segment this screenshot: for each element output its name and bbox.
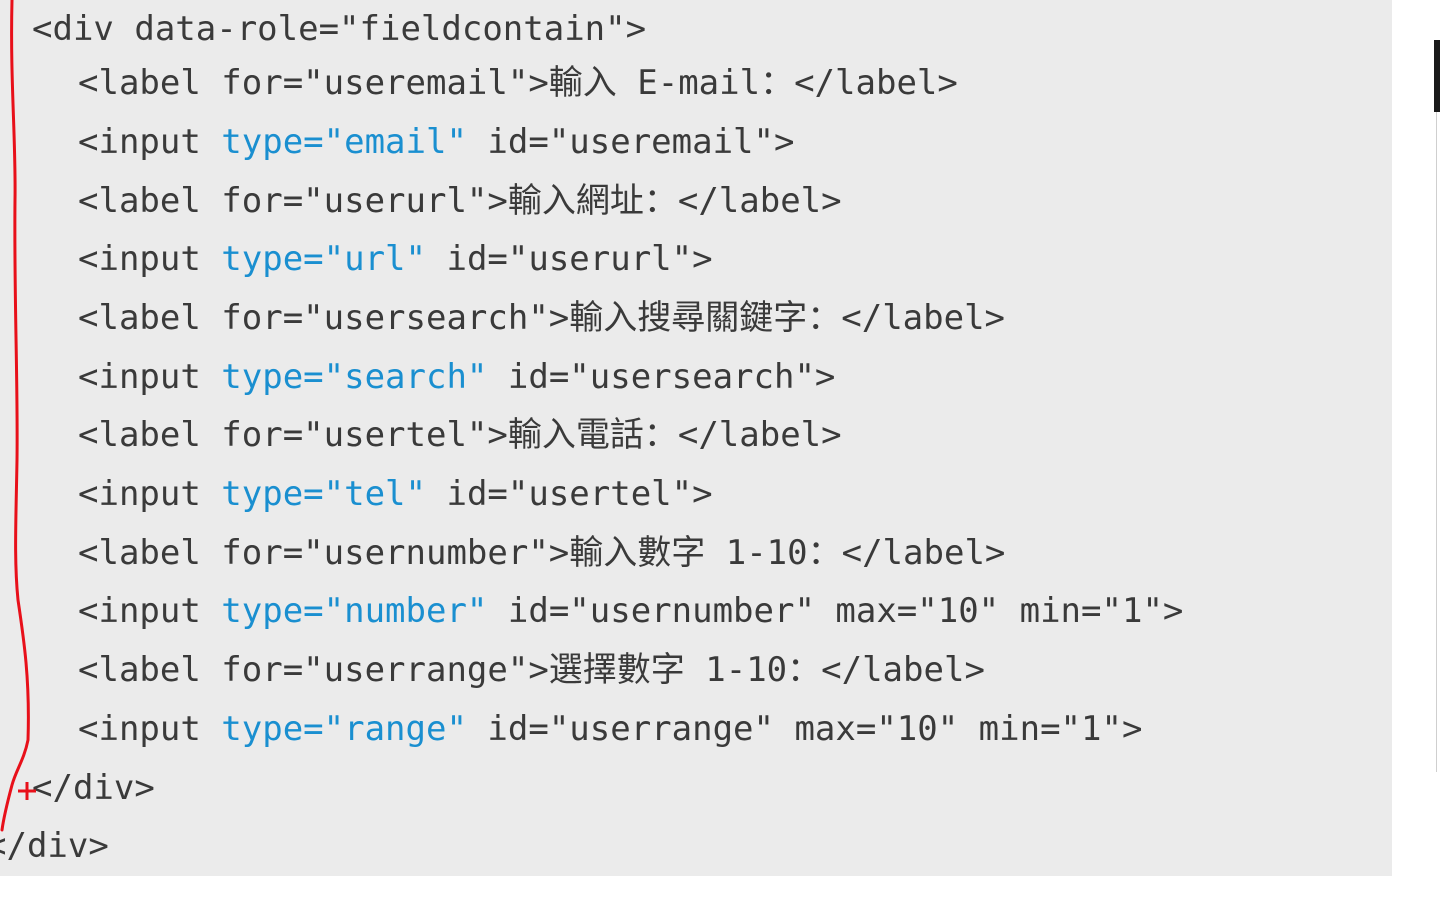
code-line: <label for="usernumber">輸入數字 1-10：</labe… (78, 524, 1005, 582)
code-line: <input type="tel" id="usertel"> (78, 465, 713, 523)
code-text: </div> (0, 826, 109, 866)
code-panel: <div data-role="fieldcontain"> <label fo… (0, 0, 1392, 876)
code-line: <label for="usersearch">輸入搜尋關鍵字：</label> (78, 289, 1005, 347)
code-line: <label for="usertel">輸入電話：</label> (78, 406, 842, 464)
type-attribute: type="number" (221, 591, 488, 631)
window-edge-line (1436, 112, 1437, 772)
code-line: <input type="number" id="usernumber" max… (78, 582, 1183, 640)
red-annotation-line (0, 0, 36, 832)
type-attribute: type="range" (221, 709, 467, 749)
code-text: id="userrange" max="10" min="1"> (466, 709, 1143, 749)
code-text: id="usersearch"> (487, 357, 836, 397)
code-line: <input type="search" id="usersearch"> (78, 348, 835, 406)
code-text: <label for="useremail">輸入 E-mail：</label… (78, 63, 958, 103)
code-text: <input (78, 357, 222, 397)
code-text: <input (78, 474, 222, 514)
code-line: <label for="userrange">選擇數字 1-10：</label… (78, 641, 985, 699)
type-attribute: type="tel" (221, 474, 426, 514)
code-text: id="userurl"> (426, 239, 713, 279)
code-text: <label for="usertel">輸入電話：</label> (78, 415, 842, 455)
code-line: <input type="url" id="userurl"> (78, 230, 713, 288)
code-text: <div data-role="fieldcontain"> (32, 9, 647, 49)
code-text: id="useremail"> (466, 122, 795, 162)
type-attribute: type="url" (221, 239, 426, 279)
type-attribute: type="search" (221, 357, 488, 397)
type-attribute: type="email" (221, 122, 467, 162)
code-text: <input (78, 239, 222, 279)
code-line: </div> (32, 759, 155, 817)
code-text: <label for="userrange">選擇數字 1-10：</label… (78, 650, 985, 690)
code-text: <input (78, 591, 222, 631)
code-line: </div> (0, 817, 109, 875)
code-line: <input type="range" id="userrange" max="… (78, 700, 1142, 758)
window-edge-tab (1434, 40, 1440, 112)
code-line: <div data-role="fieldcontain"> (32, 0, 646, 58)
code-line: <label for="useremail">輸入 E-mail：</label… (78, 54, 958, 112)
code-text: id="usernumber" max="10" min="1"> (487, 591, 1184, 631)
code-text: </div> (32, 768, 155, 808)
code-text: id="usertel"> (426, 474, 713, 514)
code-text: <input (78, 122, 222, 162)
code-text: <label for="userurl">輸入網址：</label> (78, 181, 842, 221)
code-line: <input type="email" id="useremail"> (78, 113, 794, 171)
code-text: <label for="usersearch">輸入搜尋關鍵字：</label> (78, 298, 1006, 338)
code-text: <input (78, 709, 222, 749)
code-line: <label for="userurl">輸入網址：</label> (78, 172, 842, 230)
code-text: <label for="usernumber">輸入數字 1-10：</labe… (78, 533, 1006, 573)
